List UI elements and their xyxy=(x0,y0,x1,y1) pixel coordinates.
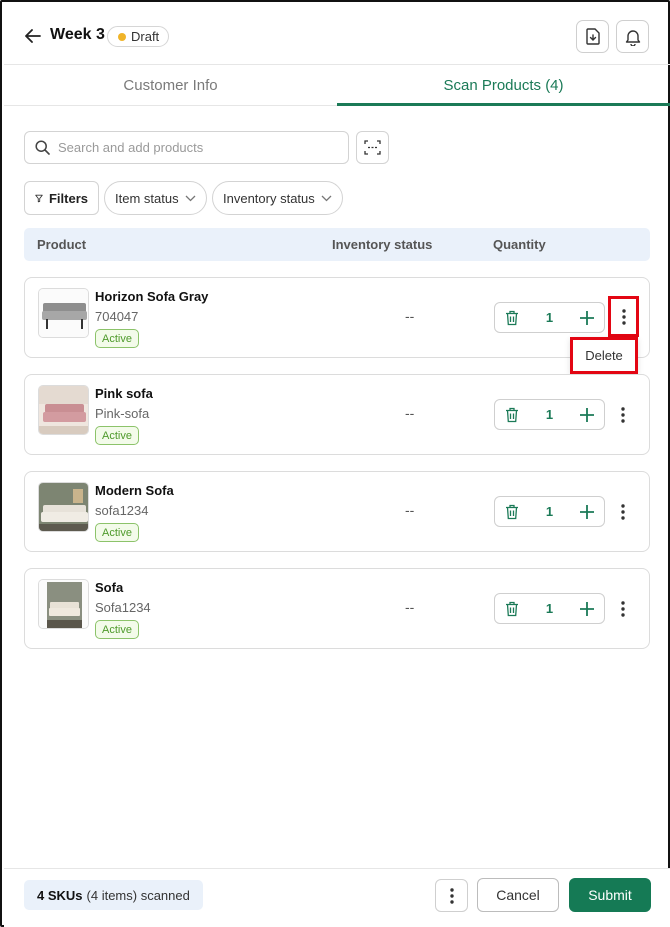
back-button[interactable] xyxy=(20,24,46,48)
tab-scan-products[interactable]: Scan Products (4) xyxy=(337,65,670,106)
item-status-label: Item status xyxy=(115,190,179,206)
product-name[interactable]: Sofa xyxy=(95,580,123,595)
product-sku: sofa1234 xyxy=(95,503,149,518)
notifications-button[interactable] xyxy=(616,20,649,53)
inventory-status-value: -- xyxy=(405,599,415,615)
summary-text: (4 items) scanned xyxy=(86,887,190,903)
column-header-quantity: Quantity xyxy=(493,237,546,252)
table-header: Product Inventory status Quantity xyxy=(24,228,650,261)
chevron-down-icon xyxy=(321,195,332,201)
more-vertical-icon xyxy=(621,601,625,617)
quantity-stepper: 1 xyxy=(494,593,605,624)
delete-item-button[interactable] xyxy=(503,600,521,618)
more-actions-button[interactable] xyxy=(608,296,639,337)
quantity-value: 1 xyxy=(545,407,554,422)
trash-icon xyxy=(506,601,518,616)
column-header-product: Product xyxy=(37,237,87,252)
inventory-status-value: -- xyxy=(405,308,415,324)
active-tab-indicator xyxy=(337,103,670,106)
more-actions-button[interactable] xyxy=(615,500,631,524)
product-status-badge: Active xyxy=(95,620,139,639)
plus-icon xyxy=(579,504,594,519)
product-name[interactable]: Modern Sofa xyxy=(95,483,174,498)
product-name[interactable]: Horizon Sofa Gray xyxy=(95,289,208,304)
delete-item-button[interactable] xyxy=(503,503,521,521)
more-vertical-icon xyxy=(621,308,626,325)
product-thumbnail xyxy=(38,288,89,338)
product-card: Sofa Sofa1234 Active -- 1 xyxy=(24,568,650,649)
product-name[interactable]: Pink sofa xyxy=(95,386,153,401)
arrow-left-icon xyxy=(25,29,41,43)
quantity-value: 1 xyxy=(545,504,554,519)
quantity-value: 1 xyxy=(545,310,554,325)
filters-button[interactable]: Filters xyxy=(24,181,99,215)
footer-bar: 4 SKUs (4 items) scanned Cancel Submit xyxy=(4,868,670,927)
trash-icon xyxy=(506,407,518,422)
product-thumbnail xyxy=(38,385,89,435)
delete-item-button[interactable] xyxy=(503,406,521,424)
product-sku: 704047 xyxy=(95,309,139,324)
trash-icon xyxy=(506,504,518,519)
product-status-badge: Active xyxy=(95,329,139,348)
header: Week 3 Draft xyxy=(2,2,668,64)
plus-icon xyxy=(579,601,594,616)
more-vertical-icon xyxy=(449,887,454,904)
tab-bar: Customer Info Scan Products (4) xyxy=(4,64,670,106)
status-badge: Draft xyxy=(107,26,170,47)
quantity-value: 1 xyxy=(545,601,554,616)
trash-icon xyxy=(506,310,518,325)
plus-icon xyxy=(579,310,594,325)
increase-quantity-button[interactable] xyxy=(578,406,596,424)
submit-button[interactable]: Submit xyxy=(569,878,651,912)
app-frame: Week 3 Draft Customer Info Scan Products… xyxy=(0,0,670,927)
quantity-stepper: 1 xyxy=(494,496,605,527)
more-actions-button[interactable] xyxy=(615,403,631,427)
product-thumbnail xyxy=(38,482,89,532)
product-thumbnail xyxy=(38,579,89,629)
inventory-status-label: Inventory status xyxy=(223,190,315,206)
scan-icon xyxy=(364,140,381,155)
quantity-stepper: 1 xyxy=(494,302,605,333)
sku-count: 4 SKUs xyxy=(37,887,83,903)
filter-icon xyxy=(35,194,43,202)
search-input[interactable] xyxy=(58,140,338,155)
barcode-scan-button[interactable] xyxy=(356,131,389,164)
cancel-button[interactable]: Cancel xyxy=(477,878,559,912)
product-sku: Pink-sofa xyxy=(95,406,150,421)
more-vertical-icon xyxy=(621,504,625,520)
search-box xyxy=(24,131,349,164)
increase-quantity-button[interactable] xyxy=(578,309,596,327)
inventory-status-value: -- xyxy=(405,502,415,518)
product-card: Horizon Sofa Gray 704047 Active -- 1 xyxy=(24,277,650,358)
product-status-badge: Active xyxy=(95,523,139,542)
product-sku: Sofa1234 xyxy=(95,600,151,615)
tab-customer-info[interactable]: Customer Info xyxy=(4,65,337,106)
filters-label: Filters xyxy=(48,190,88,206)
product-card: Modern Sofa sofa1234 Active -- 1 xyxy=(24,471,650,552)
status-dot xyxy=(118,32,126,41)
chevron-down-icon xyxy=(185,195,196,201)
product-status-badge: Active xyxy=(95,426,139,445)
delete-item-button[interactable] xyxy=(503,309,521,327)
delete-menu-item[interactable]: Delete xyxy=(570,337,638,374)
column-header-inventory-status: Inventory status xyxy=(332,237,433,252)
more-vertical-icon xyxy=(621,407,625,423)
footer-more-button[interactable] xyxy=(435,879,468,912)
search-icon xyxy=(35,140,50,155)
download-file-icon xyxy=(585,28,600,45)
inventory-status-dropdown[interactable]: Inventory status xyxy=(212,181,343,215)
quantity-stepper: 1 xyxy=(494,399,605,430)
increase-quantity-button[interactable] xyxy=(578,600,596,618)
scan-summary: 4 SKUs (4 items) scanned xyxy=(24,880,203,910)
inventory-status-value: -- xyxy=(405,405,415,421)
status-badge-label: Draft xyxy=(131,29,160,44)
more-actions-button[interactable] xyxy=(615,597,631,621)
item-status-dropdown[interactable]: Item status xyxy=(104,181,207,215)
plus-icon xyxy=(579,407,594,422)
increase-quantity-button[interactable] xyxy=(578,503,596,521)
page-title: Week 3 xyxy=(50,26,105,43)
download-button[interactable] xyxy=(576,20,609,53)
bell-icon xyxy=(625,29,640,46)
product-card: Pink sofa Pink-sofa Active -- 1 xyxy=(24,374,650,455)
